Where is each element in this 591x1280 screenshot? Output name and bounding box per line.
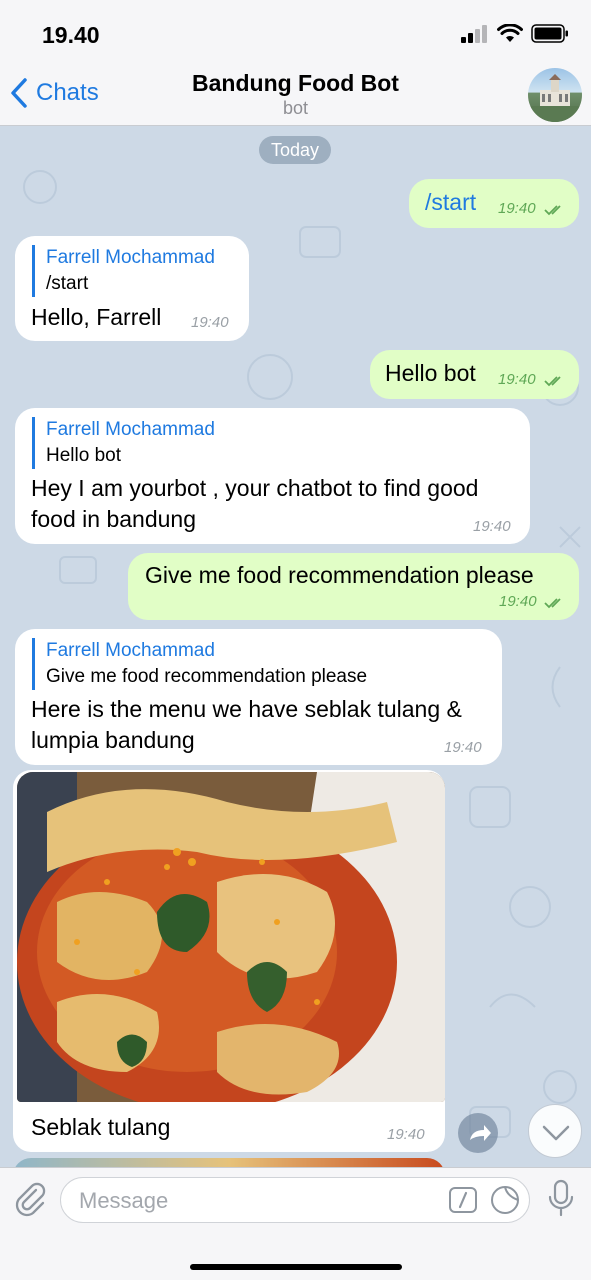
outgoing-message[interactable]: Hello bot 19:40 — [370, 350, 579, 399]
message-time: 19:40 — [444, 739, 482, 756]
message-text: Hello bot — [385, 360, 476, 386]
reply-text: Hello bot — [46, 445, 121, 466]
reply-text: /start — [46, 273, 89, 294]
reply-quote[interactable]: Farrell Mochammad /start — [32, 245, 215, 297]
status-bar: 19.40 — [0, 0, 591, 64]
bot-avatar[interactable] — [528, 68, 582, 122]
incoming-message[interactable]: Farrell Mochammad /start Hello, Farrell … — [15, 236, 249, 341]
reply-author: Farrell Mochammad — [46, 247, 215, 268]
next-photo-message[interactable] — [13, 1158, 445, 1167]
reply-text: Give me food recommendation please — [46, 666, 368, 687]
reply-author: Farrell Mochammad — [46, 419, 215, 440]
reply-quote[interactable]: Farrell Mochammad Give me food recommend… — [32, 638, 367, 690]
message-time: 19:40 — [499, 593, 537, 610]
incoming-message[interactable]: Farrell Mochammad Give me food recommend… — [15, 629, 502, 765]
message-input[interactable]: Message — [60, 1177, 530, 1223]
message-text: Hello, Farrell — [31, 304, 162, 330]
message-time: 19:40 — [473, 518, 511, 535]
sticker-icon[interactable] — [489, 1184, 521, 1216]
chat-header: Chats Bandung Food Bot bot — [0, 64, 591, 126]
message-placeholder: Message — [79, 1188, 169, 1213]
input-bar: Message — [0, 1167, 591, 1280]
message-time: 19:40 — [498, 200, 536, 217]
message-text-line: food in bandung — [31, 506, 196, 532]
microphone-icon[interactable] — [546, 1179, 576, 1219]
read-check-icon — [544, 598, 561, 609]
share-button[interactable] — [458, 1113, 498, 1153]
message-time: 19:40 — [387, 1126, 425, 1143]
date-separator: Today — [259, 136, 331, 164]
message-text-line: lumpia bandung — [31, 727, 195, 753]
read-check-icon — [544, 205, 561, 216]
read-check-icon — [544, 376, 561, 387]
message-text-line: Here is the menu we have seblak tulang & — [31, 696, 462, 722]
outgoing-message[interactable]: /start 19:40 — [409, 179, 579, 228]
status-icons — [461, 24, 569, 43]
wifi-icon — [497, 24, 523, 42]
attach-icon[interactable] — [12, 1182, 48, 1218]
command-icon[interactable] — [448, 1185, 478, 1215]
scroll-down-button[interactable] — [528, 1104, 582, 1158]
photo-caption: Seblak tulang — [31, 1114, 171, 1140]
battery-icon — [531, 24, 568, 43]
chat-subtitle: bot — [282, 98, 309, 118]
home-indicator — [190, 1264, 402, 1270]
message-list[interactable]: Today /start 19:40 Farrell Mochammad /st… — [0, 127, 591, 1167]
message-time: 19:40 — [191, 314, 229, 331]
message-time: 19:40 — [498, 371, 536, 388]
chat-title[interactable]: Bandung Food Bot — [0, 70, 591, 97]
outgoing-message[interactable]: Give me food recommendation please 19:40 — [128, 553, 579, 620]
reply-quote[interactable]: Farrell Mochammad Hello bot — [32, 417, 215, 469]
message-text-line: Hey I am yourbot , your chatbot to find … — [31, 475, 479, 501]
status-time: 19.40 — [42, 22, 100, 48]
incoming-message[interactable]: Farrell Mochammad Hello bot Hey I am you… — [15, 408, 530, 544]
scroll-down-icon — [542, 1125, 570, 1141]
share-icon — [470, 1125, 491, 1141]
message-text: Give me food recommendation please — [145, 562, 534, 588]
signal-icon — [461, 24, 487, 43]
food-photo[interactable] — [17, 772, 445, 1102]
message-text: /start — [425, 189, 477, 215]
reply-author: Farrell Mochammad — [46, 640, 215, 661]
